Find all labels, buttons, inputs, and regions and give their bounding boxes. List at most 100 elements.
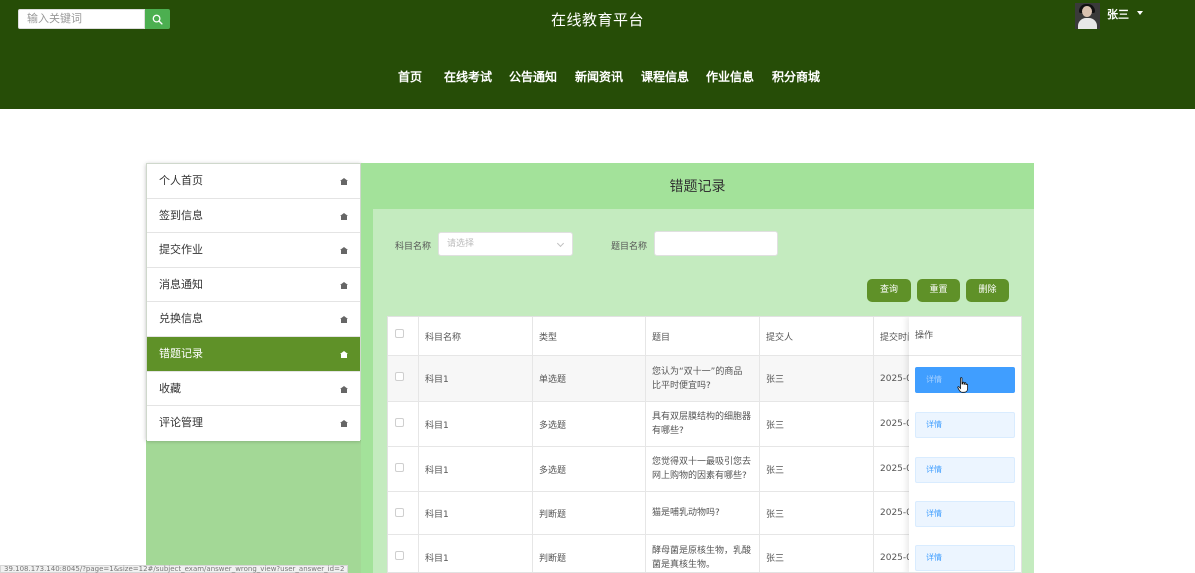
subject-select-placeholder: 请选择: [447, 239, 475, 249]
cell-submit-time: 2025-02: [874, 535, 914, 572]
question-name-input[interactable]: [654, 231, 778, 256]
header-operation: 操作: [909, 317, 1021, 356]
cell-question: 您觉得双十一最吸引您去网上购物的因素有哪些?: [646, 447, 760, 491]
avatar[interactable]: [1075, 3, 1100, 29]
sidebar-item-wrong-questions[interactable]: 错题记录: [147, 336, 360, 372]
status-bar-url: 39.108.173.140:8045/?page=1&size=12#/sub…: [0, 565, 349, 573]
hand-cursor-icon: [957, 377, 968, 393]
cell-type: 多选题: [533, 402, 646, 446]
cell-submit-time: 2025-02: [874, 447, 914, 491]
home-icon: [340, 281, 348, 289]
home-icon: [340, 212, 348, 220]
cell-submit-time: 2025-02: [874, 402, 914, 446]
nav-item-mall[interactable]: 积分商城: [772, 68, 820, 85]
cell-submit-time: 2025-02: [874, 356, 914, 401]
top-header: 输入关键词 在线教育平台 张三 首页 在线考试 公告通知 新闻资讯 课程信息 作…: [0, 0, 1195, 109]
cell-submitter: 张三: [760, 402, 874, 446]
sidebar-item-label: 兑换信息: [159, 312, 203, 326]
sidebar-item-label: 提交作业: [159, 243, 203, 257]
nav-item-courses[interactable]: 课程信息: [641, 68, 689, 85]
user-name[interactable]: 张三: [1107, 6, 1129, 22]
header-question: 题目: [646, 317, 760, 355]
sidebar-item-label: 消息通知: [159, 277, 203, 291]
cell-subject: 科目1: [419, 447, 533, 491]
select-all-checkbox[interactable]: [395, 329, 404, 338]
cell-type: 判断题: [533, 492, 646, 534]
wrong-questions-table: 科目名称 类型 题目 提交人 提交时间 科目1 单选题 您认为“双十一”的商品比…: [387, 316, 1022, 573]
row-checkbox-cell: [388, 492, 419, 534]
header-submit-time: 提交时间: [874, 317, 914, 355]
cell-question: 酵母菌是原核生物，乳酸菌是真核生物。: [646, 535, 760, 572]
detail-button[interactable]: 详情: [915, 545, 1015, 571]
cell-type: 单选题: [533, 356, 646, 401]
cell-submit-time: 2025-02: [874, 492, 914, 534]
cell-subject: 科目1: [419, 402, 533, 446]
row-checkbox-cell: [388, 447, 419, 491]
nav-item-news[interactable]: 新闻资讯: [575, 68, 623, 85]
home-icon: [340, 178, 348, 185]
row-checkbox[interactable]: [395, 463, 404, 472]
reset-button[interactable]: 重置: [917, 279, 960, 302]
header-type: 类型: [533, 317, 646, 355]
chevron-down-icon: [556, 239, 565, 248]
subject-filter-label: 科目名称: [395, 242, 432, 252]
cell-subject: 科目1: [419, 356, 533, 401]
sidebar-item-redeem[interactable]: 兑换信息: [147, 302, 360, 337]
sidebar-item-comments[interactable]: 评论管理: [147, 406, 360, 441]
search-button[interactable]: 查询: [867, 279, 911, 302]
nav-item-home[interactable]: 首页: [398, 68, 422, 85]
row-checkbox[interactable]: [395, 418, 404, 427]
home-icon: [340, 420, 348, 428]
sidebar-item-checkin[interactable]: 签到信息: [147, 198, 360, 234]
cell-type: 多选题: [533, 447, 646, 491]
row-checkbox-cell: [388, 402, 419, 446]
sidebar-item-label: 错题记录: [159, 346, 203, 360]
cell-submitter: 张三: [760, 356, 874, 401]
sidebar-item-favorites[interactable]: 收藏: [147, 371, 360, 407]
subject-select[interactable]: 请选择: [438, 232, 573, 256]
cell-question: 您认为“双十一”的商品比平时便宜吗?: [646, 356, 760, 401]
delete-button[interactable]: 删除: [966, 279, 1009, 302]
header-submitter: 提交人: [760, 317, 874, 355]
page-title: 错题记录: [669, 179, 726, 195]
row-checkbox-cell: [388, 356, 419, 401]
sidebar-item-submit-homework[interactable]: 提交作业: [147, 233, 360, 268]
home-icon: [340, 385, 348, 393]
operation-column: 操作 详情 详情 详情 详情 详情: [909, 317, 1021, 572]
sidebar-item-label: 签到信息: [159, 208, 203, 222]
row-checkbox[interactable]: [395, 508, 404, 517]
cell-submitter: 张三: [760, 535, 874, 572]
cell-subject: 科目1: [419, 492, 533, 534]
caret-down-icon[interactable]: [1137, 11, 1143, 15]
row-checkbox[interactable]: [395, 551, 404, 560]
cell-subject: 科目1: [419, 535, 533, 572]
detail-button[interactable]: 详情: [915, 412, 1015, 438]
cell-type: 判断题: [533, 535, 646, 572]
row-checkbox[interactable]: [395, 372, 404, 381]
cell-question: 具有双层膜结构的细胞器有哪些?: [646, 402, 760, 446]
sidebar-item-label: 个人首页: [159, 174, 203, 187]
sidebar-item-label: 收藏: [159, 381, 181, 395]
question-filter-label: 题目名称: [611, 242, 648, 252]
nav-item-homework[interactable]: 作业信息: [706, 68, 754, 85]
detail-button[interactable]: 详情: [915, 501, 1015, 527]
nav-item-notice[interactable]: 公告通知: [509, 68, 557, 85]
home-icon: [340, 350, 348, 358]
sidebar: 个人首页 签到信息 提交作业 消息通知 兑换信息 错题记录 收藏 评论管理: [146, 163, 361, 441]
header-checkbox-cell: [388, 317, 419, 355]
cell-question: 猫是哺乳动物吗?: [646, 492, 760, 534]
header-subject: 科目名称: [419, 317, 533, 355]
site-title: 在线教育平台: [550, 11, 644, 29]
sidebar-item-profile[interactable]: 个人首页: [147, 164, 360, 199]
home-icon: [340, 247, 348, 255]
sidebar-item-messages[interactable]: 消息通知: [147, 267, 360, 303]
detail-button[interactable]: 详情: [915, 457, 1015, 483]
user-menu[interactable]: 张三: [1075, 3, 1155, 29]
nav-item-exam[interactable]: 在线考试: [444, 68, 492, 85]
main-nav: 首页 在线考试 公告通知 新闻资讯 课程信息 作业信息 积分商城: [0, 68, 1195, 84]
row-checkbox-cell: [388, 535, 419, 572]
sidebar-item-label: 评论管理: [159, 416, 203, 430]
cell-submitter: 张三: [760, 447, 874, 491]
home-icon: [340, 316, 348, 324]
cell-submitter: 张三: [760, 492, 874, 534]
